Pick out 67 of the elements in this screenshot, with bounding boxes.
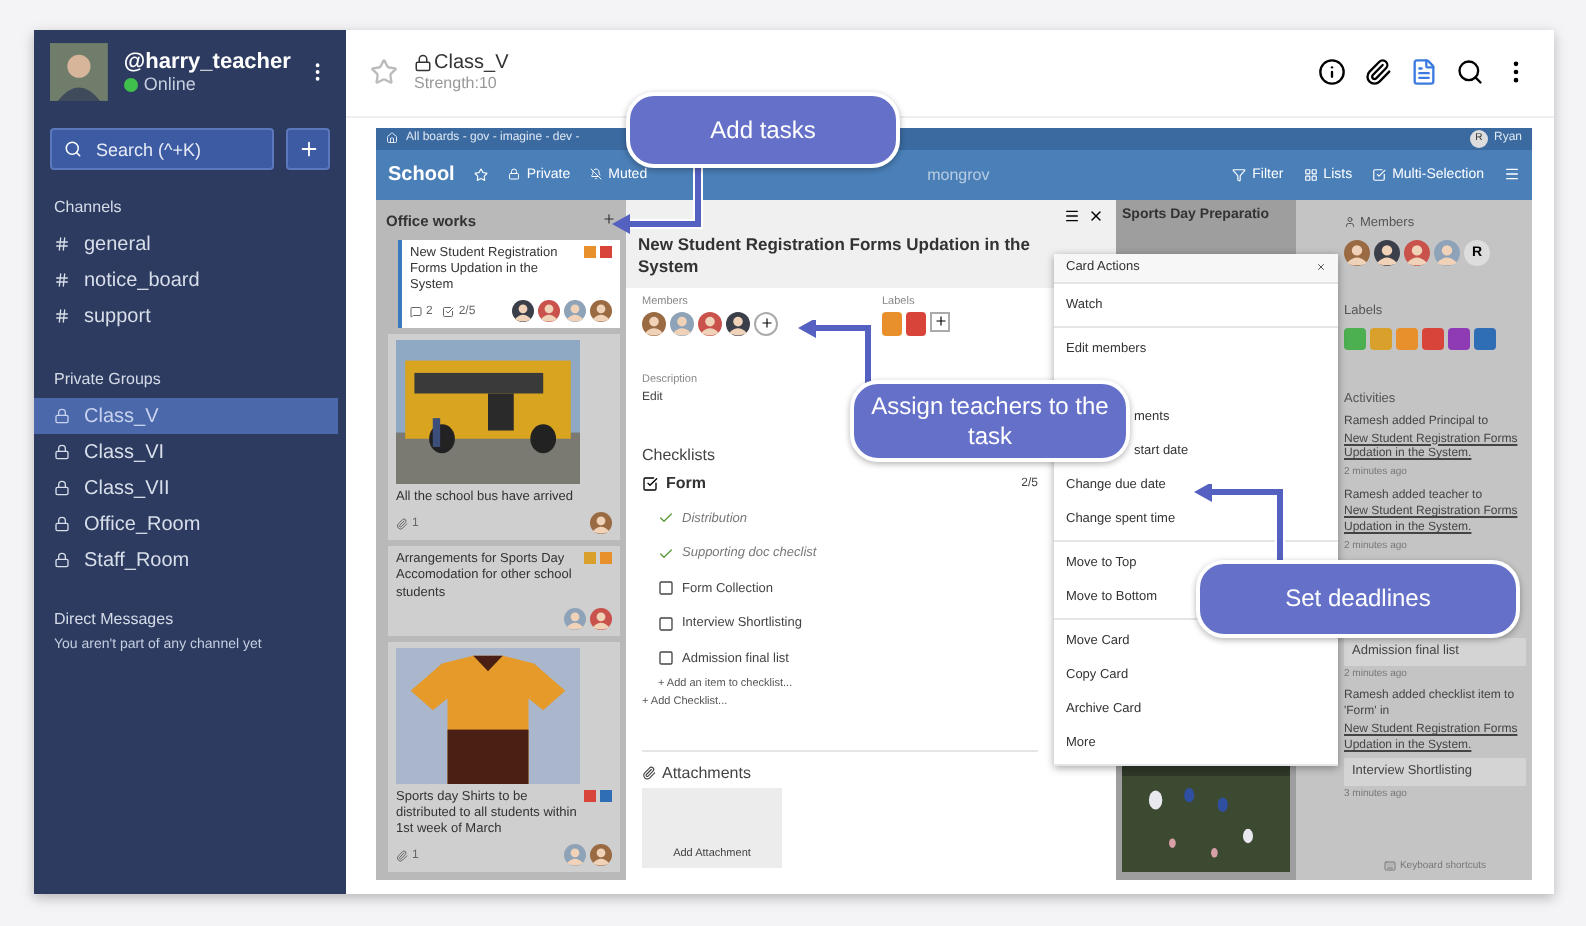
filter-icon <box>1232 167 1247 182</box>
section-title: Direct Messages <box>52 610 176 628</box>
section-heading: Attachments <box>662 764 751 783</box>
section-title: Private Groups <box>52 370 163 388</box>
channel-title: Class_V <box>434 52 509 75</box>
checklist-icon <box>442 305 455 318</box>
lock-icon <box>54 444 70 460</box>
section-title: Channels <box>52 198 124 216</box>
close-icon[interactable] <box>1088 207 1104 224</box>
callout: Add tasks <box>626 92 900 168</box>
lock-icon <box>54 408 70 424</box>
channel-subtitle: Strength:10 <box>414 74 499 93</box>
lock-icon <box>54 480 70 496</box>
sidebar-item[interactable]: Class_V <box>34 398 338 434</box>
checklist-name: Form <box>666 474 706 493</box>
add-member-icon[interactable] <box>754 311 778 336</box>
sidebar-item[interactable]: support <box>34 298 346 334</box>
comment-icon <box>410 305 422 318</box>
keyboard-icon <box>1383 860 1396 872</box>
sidebar-item[interactable]: Class_VII <box>34 470 346 506</box>
lock-icon <box>414 54 432 73</box>
card-detail-title: New Student Registration Forms Updation in the System <box>638 233 1032 276</box>
board-title: School <box>388 163 455 186</box>
menu-icon[interactable] <box>1064 207 1080 224</box>
info-icon[interactable] <box>1318 58 1346 87</box>
plus-icon <box>297 138 319 160</box>
hash-icon <box>54 308 70 324</box>
paperclip-icon <box>396 517 408 530</box>
paperclip-icon <box>642 766 656 781</box>
status-text: Online <box>143 74 196 94</box>
sidebar-item[interactable]: Office_Room <box>34 506 346 542</box>
org-name: mongrov <box>927 165 990 184</box>
home-icon <box>386 132 398 145</box>
add-label-icon[interactable] <box>930 311 950 332</box>
checkbox[interactable] <box>658 580 674 596</box>
checkbox-icon <box>1372 167 1387 182</box>
search-field[interactable]: Search (^+K) <box>50 128 274 170</box>
checkbox[interactable] <box>658 615 674 631</box>
lock-icon <box>54 552 70 568</box>
avatar <box>50 42 108 102</box>
search-icon[interactable] <box>1456 58 1484 87</box>
grid-icon <box>1303 167 1318 182</box>
check-icon[interactable] <box>658 510 674 526</box>
hash-icon <box>54 272 70 288</box>
user-icon <box>1344 216 1356 229</box>
checkbox[interactable] <box>658 650 674 666</box>
paperclip-icon <box>396 849 408 861</box>
pointer-arrow <box>796 320 876 384</box>
check-icon[interactable] <box>658 545 674 561</box>
lock-icon <box>54 516 70 532</box>
add-button[interactable] <box>286 128 330 170</box>
search-icon <box>64 140 82 158</box>
mute-icon <box>590 168 603 181</box>
sidebar-item[interactable]: notice_board <box>34 262 346 298</box>
callout: Assign teachers to the task <box>850 380 1130 462</box>
paperclip-icon[interactable] <box>1364 58 1392 87</box>
lock-icon <box>508 168 521 181</box>
add-icon[interactable] <box>602 211 616 226</box>
star-icon[interactable] <box>370 58 398 87</box>
hash-icon <box>54 236 70 252</box>
username: @harry_teacher <box>123 50 291 74</box>
callout: Set deadlines <box>1196 560 1520 638</box>
document-icon[interactable] <box>1410 58 1438 87</box>
section-heading: Checklists <box>642 445 717 464</box>
sidebar-item[interactable]: Class_VI <box>34 434 346 470</box>
sidebar-item[interactable]: general <box>34 226 346 262</box>
sidebar-item[interactable]: Staff_Room <box>34 542 346 578</box>
